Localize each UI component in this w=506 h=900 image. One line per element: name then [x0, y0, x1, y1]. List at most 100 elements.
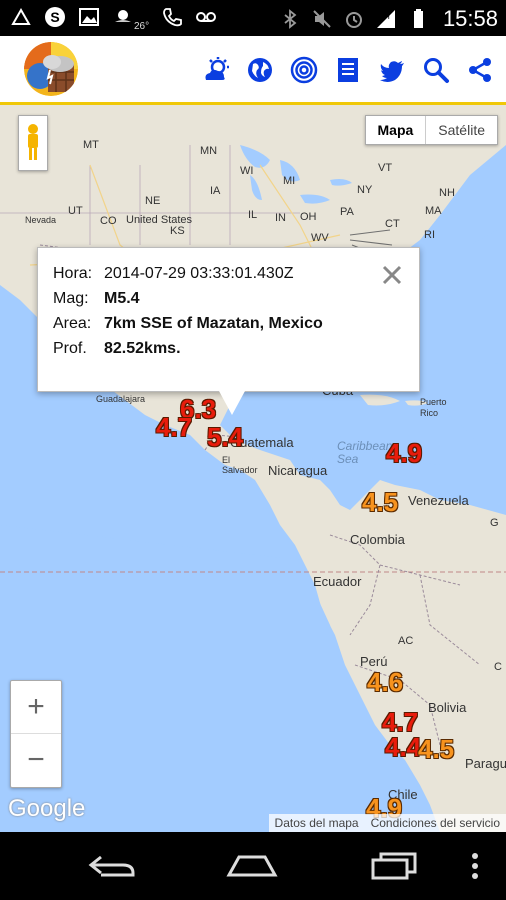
label-in: IN	[275, 212, 286, 224]
area-value: 7km SSE of Mazatan, Mexico	[104, 315, 323, 332]
toolbar	[200, 54, 496, 86]
label-ac: AC	[398, 635, 414, 647]
map-type-control: Mapa Satélite	[364, 115, 498, 145]
clock: 15:58	[442, 6, 498, 31]
label-pa: PA	[340, 206, 354, 218]
signal-icon: H	[376, 10, 395, 28]
globe-icon	[248, 58, 272, 82]
weather-button[interactable]	[200, 54, 232, 86]
label-bolivia: Bolivia	[428, 700, 467, 715]
weather-sun-icon	[115, 10, 131, 22]
quake-marker[interactable]: 4.5	[362, 489, 398, 515]
quake-marker[interactable]: 4.5	[418, 736, 454, 762]
quake-marker[interactable]: 4.6	[367, 669, 403, 695]
label-caribbean-sea: Caribbean Sea	[337, 439, 393, 466]
globe-button[interactable]	[244, 54, 276, 86]
label-ks: KS	[170, 225, 185, 237]
mag-value: M5.4	[104, 290, 140, 307]
label-c: C	[494, 661, 502, 673]
image-icon	[79, 8, 99, 26]
map-type-satellite-button[interactable]: Satélite	[425, 116, 497, 144]
recent-apps-button[interactable]	[364, 850, 424, 882]
label-ne: NE	[145, 195, 161, 207]
label-colombia: Colombia	[350, 532, 405, 547]
label-oh: OH	[300, 211, 317, 223]
zoom-out-button[interactable]: −	[11, 734, 61, 786]
share-icon	[469, 58, 491, 82]
overflow-menu-icon	[472, 853, 478, 879]
list-icon	[338, 58, 358, 82]
label-nevada: Nevada	[25, 215, 57, 225]
mag-label: Mag:	[53, 290, 89, 307]
label-guadalajara: Guadalajara	[96, 394, 146, 404]
mute-icon	[313, 10, 331, 28]
label-ri: RI	[424, 229, 435, 241]
target-icon	[290, 56, 318, 84]
home-icon	[226, 855, 278, 877]
twitter-button[interactable]	[376, 54, 408, 86]
close-icon[interactable]	[381, 264, 403, 286]
label-ecuador: Ecuador	[313, 574, 362, 589]
app-bar	[0, 36, 506, 105]
popup-pointer	[219, 391, 245, 415]
battery-icon	[413, 9, 423, 28]
pegman-button[interactable]	[18, 115, 48, 171]
temperature: 26°	[134, 21, 150, 32]
terms-link[interactable]: Condiciones del servicio	[365, 814, 506, 832]
map-data-link[interactable]: Datos del mapa	[269, 814, 365, 832]
area-label: Area:	[53, 315, 92, 332]
search-icon	[424, 58, 449, 83]
label-ny: NY	[357, 184, 373, 196]
phone-icon	[163, 8, 183, 27]
home-button[interactable]	[222, 850, 282, 882]
back-icon	[88, 855, 135, 877]
target-button[interactable]	[288, 54, 320, 86]
overflow-menu-button[interactable]	[460, 850, 490, 882]
label-united-states: United States	[126, 214, 193, 226]
label-ia: IA	[210, 185, 221, 197]
label-ma: MA	[425, 205, 442, 217]
svg-text:H: H	[384, 12, 390, 21]
quake-marker[interactable]: 5.4	[207, 424, 243, 450]
label-vt: VT	[378, 162, 393, 174]
app-logo[interactable]	[24, 42, 78, 96]
navigation-bar	[0, 832, 506, 900]
label-el-salvador: El Salvador	[222, 455, 258, 475]
map-view[interactable]: Mapa Satélite MT MN WI MI NY NH MA CT RI…	[0, 105, 506, 832]
map-type-map-button[interactable]: Mapa	[366, 116, 426, 144]
recent-apps-icon	[371, 852, 417, 880]
label-puerto-rico: Puerto Rico	[420, 397, 447, 418]
label-venezuela: Venezuela	[408, 493, 469, 508]
bluetooth-icon	[284, 9, 297, 29]
search-button[interactable]	[420, 54, 452, 86]
recycle-icon	[11, 7, 31, 25]
google-s-icon: S	[45, 7, 65, 27]
label-nicaragua: Nicaragua	[268, 463, 328, 478]
hora-label: Hora:	[53, 265, 93, 282]
back-button[interactable]	[82, 850, 142, 882]
prof-label: Prof.	[53, 340, 87, 357]
quake-info-popup: Hora: 2014-07-29 03:33:01.430Z Mag: M5.4…	[37, 247, 420, 392]
quake-marker[interactable]: 4.9	[386, 440, 422, 466]
label-wi: WI	[240, 165, 254, 177]
label-il: IL	[248, 209, 258, 221]
list-button[interactable]	[332, 54, 364, 86]
google-logo: Google	[8, 795, 86, 822]
twitter-icon	[380, 61, 404, 82]
share-button[interactable]	[464, 54, 496, 86]
label-mt: MT	[83, 139, 99, 151]
hora-value: 2014-07-29 03:33:01.430Z	[104, 265, 294, 282]
quake-marker[interactable]: 4.4	[385, 734, 421, 760]
map-attribution: Datos del mapa Condiciones del servicio	[268, 814, 506, 832]
zoom-control: + −	[10, 680, 62, 788]
label-wv: WV	[311, 232, 329, 244]
status-bar: S 26° H 15:58	[0, 0, 506, 36]
prof-value: 82.52kms.	[104, 340, 181, 357]
zoom-in-button[interactable]: +	[11, 681, 61, 734]
quake-marker[interactable]: 4.7	[156, 414, 192, 440]
label-mn: MN	[200, 145, 218, 157]
label-mi: MI	[283, 175, 296, 187]
label-co: CO	[100, 215, 117, 227]
svg-text:S: S	[50, 9, 59, 25]
label-ut: UT	[68, 205, 83, 217]
